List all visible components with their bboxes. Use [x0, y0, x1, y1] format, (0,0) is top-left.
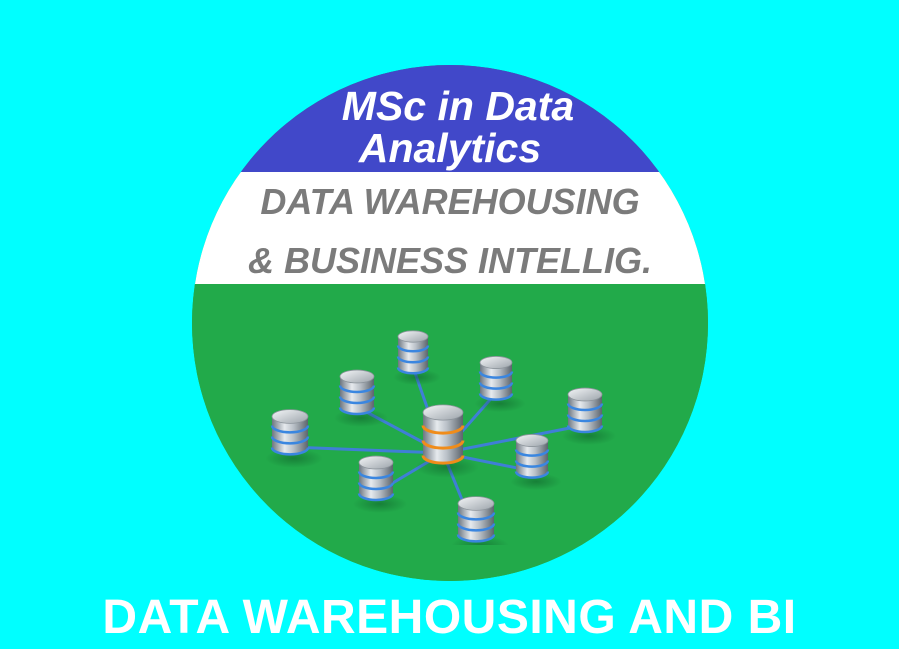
database-node-icon — [561, 387, 617, 446]
database-node-icon — [393, 330, 441, 386]
course-title-line-2: & BUSINESS INTELLIG. — [247, 240, 653, 281]
database-hub-icon — [415, 404, 479, 478]
database-node-icon — [451, 496, 509, 545]
program-title-line-2: Analytics — [358, 125, 542, 171]
program-title-line-1: MSc in Data — [341, 83, 575, 129]
database-node-icon — [333, 369, 389, 428]
database-network-icon — [265, 330, 617, 545]
course-title-line-1: DATA WAREHOUSING — [260, 181, 640, 222]
database-node-icon — [265, 409, 323, 468]
database-node-icon — [474, 356, 526, 413]
database-node-icon — [510, 434, 562, 491]
database-node-icon — [352, 455, 408, 514]
course-badge: MSc in Data Analytics DATA WAREHOUSING &… — [192, 65, 708, 581]
page-caption: DATA WAREHOUSING AND BI — [102, 591, 797, 644]
